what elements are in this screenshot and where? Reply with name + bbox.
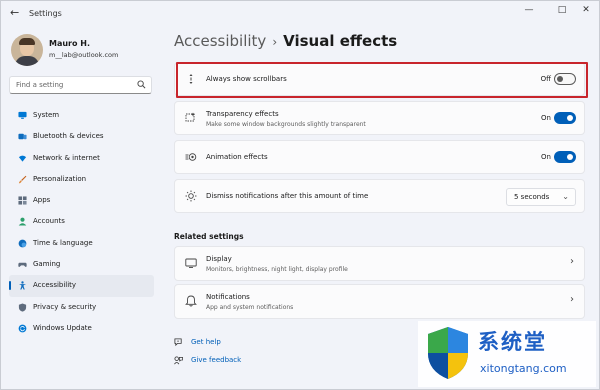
window-title: Settings [29,9,62,18]
sidebar-item-time-language[interactable]: Time & language [9,233,154,254]
setting-title: Animation effects [206,153,268,161]
maximize-button[interactable]: □ [554,5,570,19]
sidebar-nav: System Bluetooth & devices Network & int… [9,105,154,339]
monitor-icon [18,111,27,119]
dismiss-time-dropdown[interactable]: 5 seconds ⌄ [506,188,576,206]
sync-icon [18,324,27,333]
related-item-notifications[interactable]: Notifications App and system notificatio… [174,284,585,319]
bluetooth-devices-icon [18,134,27,140]
related-description: Monitors, brightness, night light, displ… [206,266,348,273]
sidebar-item-network[interactable]: Network & internet [9,148,154,169]
shield-icon [18,303,27,312]
toggle-state-label: On [541,114,551,122]
sidebar-item-label: System [33,111,60,119]
bell-icon [185,295,197,307]
sidebar-item-label: Windows Update [33,323,92,332]
chevron-down-icon: ⌄ [562,192,569,201]
wifi-icon [18,155,27,162]
sidebar-item-bluetooth[interactable]: Bluetooth & devices [9,126,154,147]
setting-title: Dismiss notifications after this amount … [206,192,369,200]
search-icon [137,80,146,89]
sidebar-item-label: Accessibility [33,281,77,290]
transparency-icon [185,112,195,122]
brightness-icon [185,190,197,202]
watermark-logo-icon [428,327,468,379]
breadcrumb-separator: › [272,35,278,49]
sidebar-item-accessibility[interactable]: Accessibility [9,275,154,297]
gamepad-icon [18,262,27,268]
chevron-right-icon: › [570,294,574,305]
setting-description: Make some window backgrounds slightly tr… [206,121,366,128]
animation-toggle[interactable] [554,151,576,163]
related-settings-heading: Related settings [174,232,244,241]
transparency-toggle[interactable] [554,112,576,124]
related-title: Display [206,255,232,263]
related-description: App and system notifications [206,304,294,311]
brush-icon [18,175,27,184]
help-icon [174,338,182,347]
display-icon [185,258,197,268]
feedback-icon [174,356,183,365]
sidebar-item-gaming[interactable]: Gaming [9,254,154,275]
person-icon [18,218,27,227]
related-item-display[interactable]: Display Monitors, brightness, night ligh… [174,246,585,281]
setting-title: Transparency effects [206,110,279,118]
sidebar-item-system[interactable]: System [9,105,154,126]
sidebar-item-accounts[interactable]: Accounts [9,211,154,232]
sidebar-item-label: Personalization [33,174,87,183]
setting-animation-effects: Animation effects On [174,140,585,174]
related-title: Notifications [206,293,250,301]
chevron-right-icon: › [570,256,574,267]
close-button[interactable]: ✕ [578,5,594,19]
watermark-site-text: xitongtang.com [480,362,567,375]
user-profile[interactable]: Mauro H. m__lab@outlook.com [11,34,161,72]
breadcrumb-parent[interactable]: Accessibility [174,32,266,50]
page-title: Visual effects [283,32,398,50]
avatar [11,34,43,66]
title-bar: ← Settings — □ ✕ [1,1,599,27]
setting-dismiss-notifications: Dismiss notifications after this amount … [174,179,585,213]
sidebar-item-label: Bluetooth & devices [33,132,104,141]
sidebar-item-label: Apps [33,196,51,205]
dropdown-value: 5 seconds [514,193,550,201]
search-placeholder: Find a setting [16,81,64,89]
sidebar-item-label: Gaming [33,260,61,269]
sidebar-item-label: Accounts [33,217,65,226]
user-email: m__lab@outlook.com [49,51,119,59]
watermark-chinese-text: 系统堂 [478,330,547,354]
sidebar-item-label: Time & language [33,238,93,247]
sidebar-item-privacy-security[interactable]: Privacy & security [9,297,154,318]
highlight-frame [176,62,588,98]
sidebar-item-apps[interactable]: Apps [9,190,154,211]
sidebar-item-windows-update[interactable]: Windows Update [9,318,154,339]
back-arrow-icon[interactable]: ← [10,6,24,20]
setting-transparency-effects: Transparency effects Make some window ba… [174,101,585,135]
get-help-label: Get help [191,338,221,346]
sidebar-item-label: Privacy & security [33,302,97,311]
sidebar-item-label: Network & internet [33,153,100,162]
sidebar-item-personalization[interactable]: Personalization [9,169,154,190]
minimize-button[interactable]: — [521,5,537,19]
user-name: Mauro H. [49,39,91,48]
apps-grid-icon [18,196,27,205]
toggle-state-label: On [541,153,551,161]
give-feedback-label: Give feedback [191,356,242,364]
search-input[interactable]: Find a setting [9,76,152,94]
accessibility-icon [18,281,27,290]
animation-icon [185,153,197,161]
watermark: 系统堂 xitongtang.com [418,321,596,387]
globe-clock-icon [18,239,27,248]
settings-window: ← Settings — □ ✕ Mauro H. m__lab@outlook… [0,0,600,390]
breadcrumb: Accessibility › Visual effects [174,32,397,50]
